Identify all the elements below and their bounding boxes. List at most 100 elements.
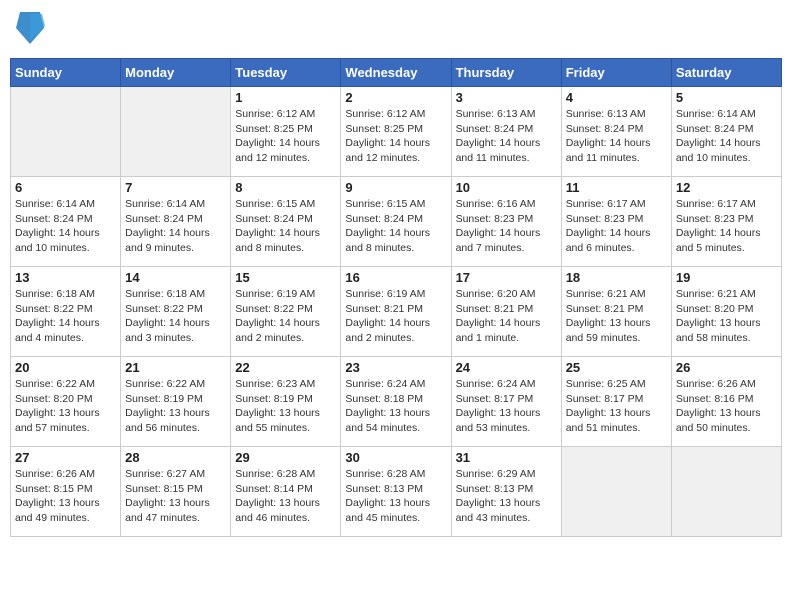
day-info: Sunrise: 6:19 AM Sunset: 8:21 PM Dayligh… [345, 287, 446, 346]
header-thursday: Thursday [451, 59, 561, 87]
day-number: 18 [566, 270, 667, 285]
day-info: Sunrise: 6:23 AM Sunset: 8:19 PM Dayligh… [235, 377, 336, 436]
day-number: 28 [125, 450, 226, 465]
day-info: Sunrise: 6:21 AM Sunset: 8:20 PM Dayligh… [676, 287, 777, 346]
calendar-cell [121, 87, 231, 177]
calendar-cell: 2 Sunrise: 6:12 AM Sunset: 8:25 PM Daylig… [341, 87, 451, 177]
calendar-cell: 17Sunrise: 6:20 AM Sunset: 8:21 PM Dayli… [451, 267, 561, 357]
day-info: Sunrise: 6:27 AM Sunset: 8:15 PM Dayligh… [125, 467, 226, 526]
calendar-cell: 7 Sunrise: 6:14 AM Sunset: 8:24 PM Daylig… [121, 177, 231, 267]
calendar-cell: 10 Sunrise: 6:16 AM Sunset: 8:23 PM Dayli… [451, 177, 561, 267]
calendar-cell: 5 Sunrise: 6:14 AM Sunset: 8:24 PM Daylig… [671, 87, 781, 177]
day-info: Sunrise: 6:19 AM Sunset: 8:22 PM Dayligh… [235, 287, 336, 346]
day-info: Sunrise: 6:13 AM Sunset: 8:24 PM Dayligh… [456, 107, 557, 166]
calendar-cell: 4 Sunrise: 6:13 AM Sunset: 8:24 PM Daylig… [561, 87, 671, 177]
day-number: 16 [345, 270, 446, 285]
calendar-cell: 18 Sunrise: 6:21 AM Sunset: 8:21 PM Dayli… [561, 267, 671, 357]
calendar-cell: 19 Sunrise: 6:21 AM Sunset: 8:20 PM Dayli… [671, 267, 781, 357]
calendar-week-2: 13 Sunrise: 6:18 AM Sunset: 8:22 PM Dayli… [11, 267, 782, 357]
day-number: 6 [15, 180, 116, 195]
day-info: Sunrise: 6:14 AM Sunset: 8:24 PM Dayligh… [125, 197, 226, 256]
day-number: 20 [15, 360, 116, 375]
calendar-cell: 9 Sunrise: 6:15 AM Sunset: 8:24 PM Daylig… [341, 177, 451, 267]
day-number: 25 [566, 360, 667, 375]
day-number: 9 [345, 180, 446, 195]
calendar-week-4: 27Sunrise: 6:26 AM Sunset: 8:15 PM Dayli… [11, 447, 782, 537]
calendar-cell: 21 Sunrise: 6:22 AM Sunset: 8:19 PM Dayli… [121, 357, 231, 447]
day-number: 11 [566, 180, 667, 195]
day-info: Sunrise: 6:17 AM Sunset: 8:23 PM Dayligh… [566, 197, 667, 256]
calendar-week-3: 20 Sunrise: 6:22 AM Sunset: 8:20 PM Dayli… [11, 357, 782, 447]
day-info: Sunrise: 6:20 AM Sunset: 8:21 PM Dayligh… [456, 287, 557, 346]
day-info: Sunrise: 6:24 AM Sunset: 8:17 PM Dayligh… [456, 377, 557, 436]
day-number: 31 [456, 450, 557, 465]
day-number: 21 [125, 360, 226, 375]
calendar-cell: 26 Sunrise: 6:26 AM Sunset: 8:16 PM Dayli… [671, 357, 781, 447]
calendar-week-1: 6 Sunrise: 6:14 AM Sunset: 8:24 PM Daylig… [11, 177, 782, 267]
day-number: 4 [566, 90, 667, 105]
calendar-cell: 20 Sunrise: 6:22 AM Sunset: 8:20 PM Dayli… [11, 357, 121, 447]
day-info: Sunrise: 6:14 AM Sunset: 8:24 PM Dayligh… [15, 197, 116, 256]
day-info: Sunrise: 6:28 AM Sunset: 8:14 PM Dayligh… [235, 467, 336, 526]
calendar-cell: 16 Sunrise: 6:19 AM Sunset: 8:21 PM Dayli… [341, 267, 451, 357]
day-number: 3 [456, 90, 557, 105]
day-number: 15 [235, 270, 336, 285]
calendar-cell: 12 Sunrise: 6:17 AM Sunset: 8:23 PM Dayli… [671, 177, 781, 267]
day-number: 10 [456, 180, 557, 195]
day-info: Sunrise: 6:24 AM Sunset: 8:18 PM Dayligh… [345, 377, 446, 436]
calendar-cell: 13 Sunrise: 6:18 AM Sunset: 8:22 PM Dayli… [11, 267, 121, 357]
header-monday: Monday [121, 59, 231, 87]
day-number: 19 [676, 270, 777, 285]
calendar-cell [11, 87, 121, 177]
calendar-cell: 27Sunrise: 6:26 AM Sunset: 8:15 PM Dayli… [11, 447, 121, 537]
calendar-cell: 11 Sunrise: 6:17 AM Sunset: 8:23 PM Dayli… [561, 177, 671, 267]
calendar-cell: 30 Sunrise: 6:28 AM Sunset: 8:13 PM Dayli… [341, 447, 451, 537]
day-info: Sunrise: 6:26 AM Sunset: 8:16 PM Dayligh… [676, 377, 777, 436]
day-number: 29 [235, 450, 336, 465]
calendar-cell: 3 Sunrise: 6:13 AM Sunset: 8:24 PM Daylig… [451, 87, 561, 177]
calendar-week-0: 1 Sunrise: 6:12 AM Sunset: 8:25 PM Daylig… [11, 87, 782, 177]
calendar-cell: 29 Sunrise: 6:28 AM Sunset: 8:14 PM Dayli… [231, 447, 341, 537]
day-number: 14 [125, 270, 226, 285]
calendar-table: SundayMondayTuesdayWednesdayThursdayFrid… [10, 58, 782, 537]
day-number: 13 [15, 270, 116, 285]
day-info: Sunrise: 6:15 AM Sunset: 8:24 PM Dayligh… [235, 197, 336, 256]
calendar-cell [561, 447, 671, 537]
day-number: 1 [235, 90, 336, 105]
day-info: Sunrise: 6:22 AM Sunset: 8:20 PM Dayligh… [15, 377, 116, 436]
header-tuesday: Tuesday [231, 59, 341, 87]
day-info: Sunrise: 6:14 AM Sunset: 8:24 PM Dayligh… [676, 107, 777, 166]
day-info: Sunrise: 6:22 AM Sunset: 8:19 PM Dayligh… [125, 377, 226, 436]
day-info: Sunrise: 6:12 AM Sunset: 8:25 PM Dayligh… [345, 107, 446, 166]
day-number: 12 [676, 180, 777, 195]
day-number: 30 [345, 450, 446, 465]
day-info: Sunrise: 6:13 AM Sunset: 8:24 PM Dayligh… [566, 107, 667, 166]
day-number: 7 [125, 180, 226, 195]
day-info: Sunrise: 6:28 AM Sunset: 8:13 PM Dayligh… [345, 467, 446, 526]
calendar-cell: 14 Sunrise: 6:18 AM Sunset: 8:22 PM Dayli… [121, 267, 231, 357]
day-info: Sunrise: 6:15 AM Sunset: 8:24 PM Dayligh… [345, 197, 446, 256]
calendar-header-row: SundayMondayTuesdayWednesdayThursdayFrid… [11, 59, 782, 87]
calendar-cell: 31 Sunrise: 6:29 AM Sunset: 8:13 PM Dayli… [451, 447, 561, 537]
calendar-cell: 6 Sunrise: 6:14 AM Sunset: 8:24 PM Daylig… [11, 177, 121, 267]
day-number: 26 [676, 360, 777, 375]
header-sunday: Sunday [11, 59, 121, 87]
day-info: Sunrise: 6:21 AM Sunset: 8:21 PM Dayligh… [566, 287, 667, 346]
day-info: Sunrise: 6:18 AM Sunset: 8:22 PM Dayligh… [15, 287, 116, 346]
calendar-cell: 25Sunrise: 6:25 AM Sunset: 8:17 PM Dayli… [561, 357, 671, 447]
day-info: Sunrise: 6:18 AM Sunset: 8:22 PM Dayligh… [125, 287, 226, 346]
day-number: 2 [345, 90, 446, 105]
calendar-cell: 23Sunrise: 6:24 AM Sunset: 8:18 PM Dayli… [341, 357, 451, 447]
day-info: Sunrise: 6:16 AM Sunset: 8:23 PM Dayligh… [456, 197, 557, 256]
logo-icon [14, 10, 46, 46]
day-info: Sunrise: 6:29 AM Sunset: 8:13 PM Dayligh… [456, 467, 557, 526]
calendar-cell: 22Sunrise: 6:23 AM Sunset: 8:19 PM Dayli… [231, 357, 341, 447]
day-number: 5 [676, 90, 777, 105]
day-info: Sunrise: 6:12 AM Sunset: 8:25 PM Dayligh… [235, 107, 336, 166]
day-info: Sunrise: 6:26 AM Sunset: 8:15 PM Dayligh… [15, 467, 116, 526]
page-header [10, 10, 782, 50]
calendar-cell: 8Sunrise: 6:15 AM Sunset: 8:24 PM Daylig… [231, 177, 341, 267]
day-info: Sunrise: 6:17 AM Sunset: 8:23 PM Dayligh… [676, 197, 777, 256]
calendar-cell: 1 Sunrise: 6:12 AM Sunset: 8:25 PM Daylig… [231, 87, 341, 177]
header-friday: Friday [561, 59, 671, 87]
